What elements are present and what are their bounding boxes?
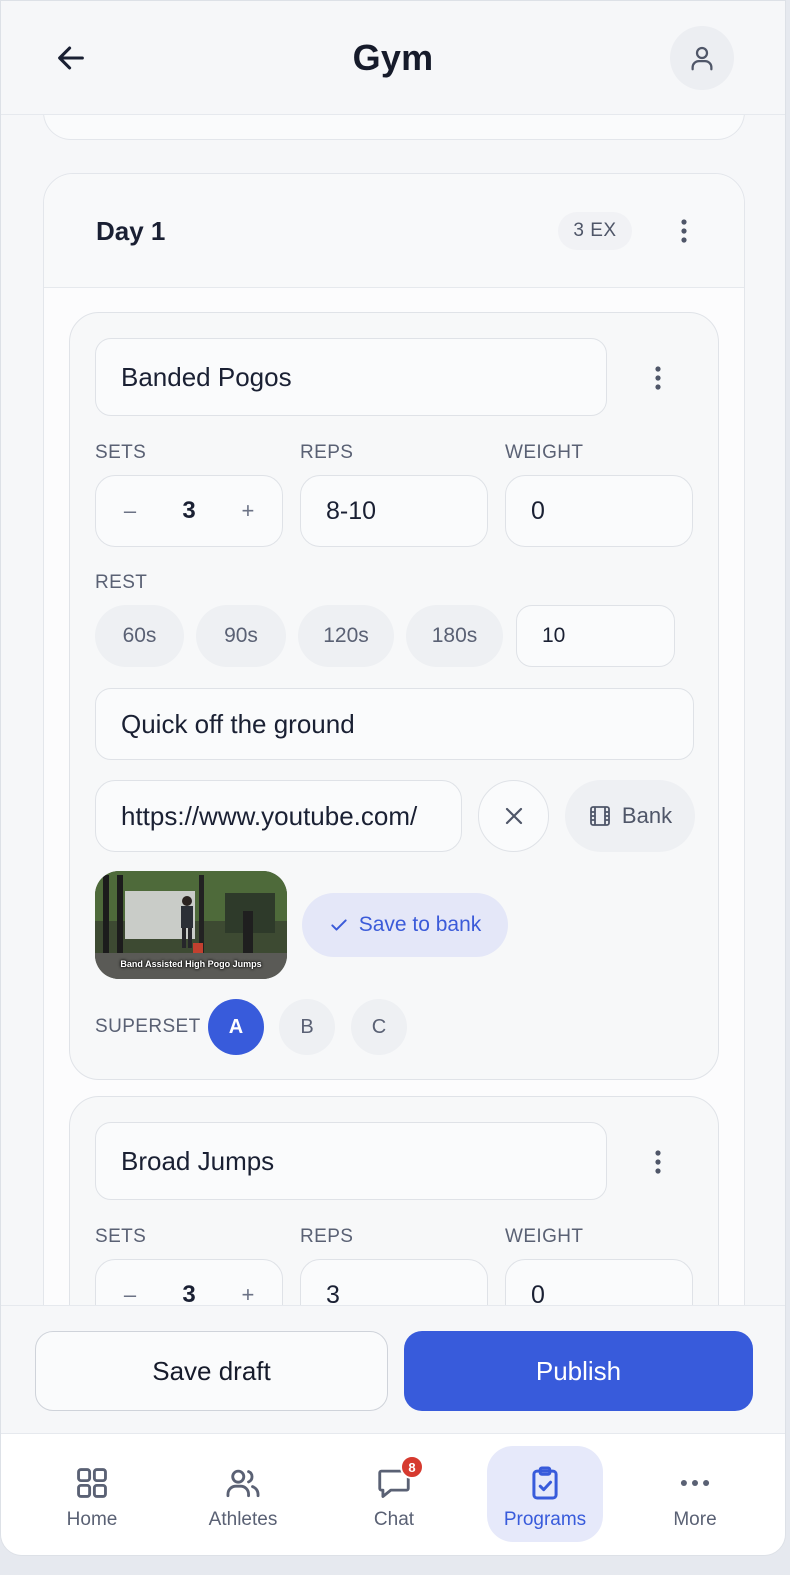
nav-label-chat: Chat [373, 1509, 415, 1530]
thumbnail-caption: Band Assisted High Pogo Jumps [120, 959, 262, 969]
reps-input[interactable]: 8-10 [300, 475, 488, 547]
check-icon [331, 919, 347, 931]
video-bank-button[interactable]: Bank [565, 780, 695, 852]
more-dots-icon [675, 1463, 715, 1503]
close-icon [505, 807, 522, 825]
day-title: Day 1 [96, 216, 166, 246]
rest-chip-120s[interactable]: 120s [298, 605, 394, 667]
sets-label: SETS [95, 1226, 147, 1247]
more-vertical-icon [655, 366, 661, 390]
clear-url-button[interactable] [478, 780, 549, 852]
exercise-card: Banded Pogos SETS REPS WEIGHT – 3 + 8-10… [69, 312, 719, 1080]
rest-chip-90s[interactable]: 90s [196, 605, 286, 667]
reps-input[interactable]: 3 [300, 1259, 488, 1305]
rest-custom-input[interactable]: 10 [516, 605, 675, 667]
day-card-header: Day 1 3 EX [44, 174, 744, 288]
user-icon [691, 46, 713, 71]
nav-item-home[interactable]: Home [34, 1446, 150, 1542]
exercise-menu-button[interactable] [638, 1141, 678, 1183]
weight-label: WEIGHT [505, 442, 584, 463]
users-icon [223, 1463, 263, 1503]
sets-value: 3 [182, 497, 196, 524]
nav-label-home: Home [66, 1509, 118, 1530]
weight-input[interactable]: 0 [505, 475, 693, 547]
nav-item-chat[interactable]: 8 Chat [336, 1446, 452, 1542]
nav-label-athletes: Athletes [208, 1509, 278, 1530]
clipboard-check-icon [525, 1463, 565, 1503]
app-window: Gym Day 1 3 EX Banded Pogos SETS REPS WE… [0, 0, 786, 1556]
sets-stepper: – 3 + [95, 475, 283, 547]
sets-value: 3 [182, 1281, 196, 1305]
increment-button[interactable]: + [236, 498, 260, 524]
nav-label-programs: Programs [503, 1509, 587, 1530]
weight-label: WEIGHT [505, 1226, 584, 1247]
profile-avatar-button[interactable] [670, 26, 734, 90]
superset-option-a[interactable]: A [208, 999, 264, 1055]
day-card: Day 1 3 EX Banded Pogos SETS REPS WEIGHT… [43, 173, 745, 1305]
more-vertical-icon [681, 219, 687, 243]
nav-item-more[interactable]: More [637, 1446, 753, 1542]
previous-card [43, 115, 745, 140]
bottom-navigation: Home Athletes 8 Chat Programs More [1, 1433, 785, 1555]
rest-label: REST [95, 572, 148, 593]
grid-icon [72, 1463, 112, 1503]
sets-label: SETS [95, 442, 147, 463]
exercise-name-input[interactable]: Broad Jumps [95, 1122, 607, 1200]
publish-button[interactable]: Publish [404, 1331, 753, 1411]
nav-label-more: More [673, 1509, 717, 1530]
rest-chip-60s[interactable]: 60s [95, 605, 184, 667]
superset-option-c[interactable]: C [351, 999, 407, 1055]
exercise-count-badge: 3 EX [558, 212, 632, 250]
day-menu-button[interactable] [664, 210, 704, 252]
save-to-bank-button[interactable]: Save to bank [302, 893, 508, 957]
action-bar: Save draft Publish [1, 1305, 785, 1433]
chat-icon: 8 [374, 1455, 424, 1503]
decrement-button[interactable]: – [118, 1282, 142, 1305]
increment-button[interactable]: + [236, 1282, 260, 1305]
more-vertical-icon [655, 1150, 661, 1174]
sets-stepper: – 3 + [95, 1259, 283, 1305]
nav-item-athletes[interactable]: Athletes [185, 1446, 301, 1542]
reps-label: REPS [300, 1226, 354, 1247]
decrement-button[interactable]: – [118, 498, 142, 524]
bank-label: Bank [621, 803, 673, 828]
video-url-input[interactable]: https://www.youtube.com/ [95, 780, 462, 852]
weight-input[interactable]: 0 [505, 1259, 693, 1305]
video-thumbnail[interactable]: Band Assisted High Pogo Jumps [95, 871, 287, 979]
exercise-name-input[interactable]: Banded Pogos [95, 338, 607, 416]
exercise-card: Broad Jumps SETS REPS WEIGHT – 3 + 3 0 [69, 1096, 719, 1305]
save-draft-button[interactable]: Save draft [35, 1331, 388, 1411]
page-title: Gym [352, 37, 434, 78]
nav-item-programs[interactable]: Programs [487, 1446, 603, 1542]
chat-unread-badge: 8 [400, 1455, 424, 1479]
top-header: Gym [1, 1, 785, 115]
scroll-content[interactable]: Day 1 3 EX Banded Pogos SETS REPS WEIGHT… [1, 115, 785, 1305]
exercise-menu-button[interactable] [638, 357, 678, 399]
film-icon [590, 806, 610, 826]
notes-input[interactable]: Quick off the ground [95, 688, 694, 760]
superset-label: SUPERSET [95, 1016, 201, 1037]
reps-label: REPS [300, 442, 354, 463]
rest-chip-180s[interactable]: 180s [406, 605, 503, 667]
superset-option-b[interactable]: B [279, 999, 335, 1055]
save-to-bank-label: Save to bank [358, 913, 482, 936]
